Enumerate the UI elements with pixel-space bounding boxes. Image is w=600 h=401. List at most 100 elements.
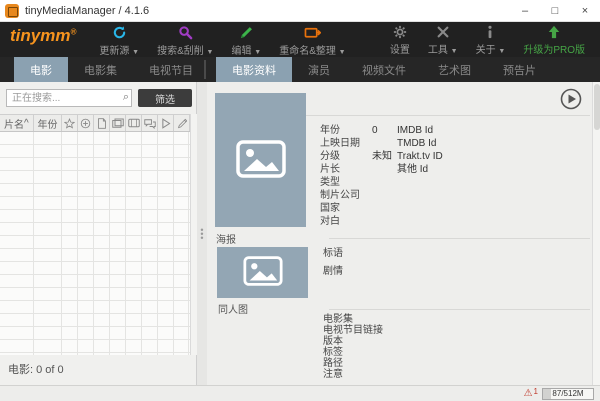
upgrade-pro-button[interactable]: 升级为PRO版 [514, 22, 594, 57]
filter-button[interactable]: 筛选 [138, 89, 192, 107]
tab-bar: 电影 电影集 电视节目 电影资料 演员 视频文件 艺术图 预告片 [0, 57, 600, 87]
imdb-id-label: IMDB Id [397, 125, 434, 136]
movie-table-body[interactable] [0, 132, 190, 355]
column-year[interactable]: 年份 [34, 115, 62, 131]
search-icon: ⌕ [122, 91, 129, 103]
movie-details-panel: 海报 同人图 年份 0 上映日期 分级 未知 片长 类型 制片公司 国家 对白 IM… [207, 82, 600, 385]
field-label-studio: 制片公司 [320, 190, 360, 201]
tmdb-id-label: TMDB Id [397, 138, 437, 149]
new-plus-icon[interactable] [78, 115, 94, 131]
warning-indicator[interactable]: ⚠ 1 [523, 387, 538, 399]
upgrade-arrow-icon [547, 25, 561, 39]
play-button[interactable] [560, 88, 582, 110]
image-placeholder-icon [242, 256, 283, 289]
memory-usage-label: 87/512M [552, 389, 584, 398]
tinymm-logo: tinymm® [10, 26, 77, 45]
movie-table-header: 片名 ^ 年份 [0, 114, 190, 132]
tab-movie-sets[interactable]: 电影集 [68, 57, 133, 82]
field-label-release-date: 上映日期 [320, 138, 360, 149]
trailer-play-icon[interactable] [158, 115, 174, 131]
rename-icon [304, 25, 321, 40]
dropdown-arrow-icon: ▼ [254, 49, 262, 56]
note-label: 注意 [323, 369, 343, 380]
video-file-icon[interactable] [126, 115, 142, 131]
rename-organize-button[interactable]: 重命名&整理 ▼ [270, 22, 354, 57]
tab-movies[interactable]: 电影 [14, 57, 68, 87]
status-bar: ⚠ 1 87/512M [0, 385, 600, 401]
movie-set-label: 电影集 [323, 314, 353, 325]
warning-icon: ⚠ [523, 388, 533, 399]
detail-tabs: 电影资料 演员 视频文件 艺术图 预告片 [216, 57, 552, 87]
app-icon [5, 3, 19, 18]
column-title[interactable]: 片名 ^ [0, 115, 34, 131]
plot-label: 剧情 [323, 266, 343, 277]
main-toolbar: tinymm® 更新源 ▼ 搜索&刮削 ▼ 编辑 ▼ 重命名&整理 ▼ 设置 工… [0, 22, 600, 57]
movie-list-panel: ⌕ 筛选 片名^ 年份 [0, 82, 197, 385]
gear-icon [393, 25, 407, 39]
field-label-genre: 类型 [320, 177, 340, 188]
details-scrollbar[interactable] [592, 82, 600, 385]
tab-tv-shows[interactable]: 电视节目 [133, 57, 209, 82]
panel-splitter[interactable]: • • • [197, 82, 207, 385]
about-button[interactable]: 关于 ▼ [467, 22, 515, 57]
field-label-runtime: 片长 [320, 164, 340, 175]
warning-count: 1 [533, 387, 538, 396]
section-separator [329, 238, 590, 239]
field-label-certification: 分级 [320, 151, 340, 162]
edit-icon [239, 25, 254, 40]
tab-trailer[interactable]: 预告片 [487, 57, 552, 82]
wrench-icon [436, 25, 450, 39]
subtitles-icon[interactable] [142, 115, 158, 131]
sort-asc-icon: ^ [24, 117, 29, 129]
fanart-label: 同人图 [218, 305, 248, 316]
trakt-id-label: Trakt.tv ID [397, 151, 443, 162]
edit-pencil-icon[interactable] [174, 115, 190, 131]
dropdown-arrow-icon: ▼ [450, 48, 458, 55]
movie-table-scrollbar[interactable] [190, 114, 197, 355]
movie-count-label: 电影: 0 of 0 [8, 364, 64, 376]
search-scrape-button[interactable]: 搜索&刮削 ▼ [148, 22, 222, 57]
toolbar-right: 设置 工具 ▼ 关于 ▼ 升级为PRO版 [381, 22, 600, 57]
dropdown-arrow-icon: ▼ [132, 49, 140, 56]
fanart-placeholder[interactable] [217, 247, 308, 298]
tab-divider [204, 60, 206, 79]
tab-cast[interactable]: 演员 [292, 57, 346, 82]
minimize-button[interactable]: – [510, 0, 540, 22]
edit-button[interactable]: 编辑 ▼ [222, 22, 270, 57]
close-button[interactable]: × [570, 0, 600, 22]
splitter-grip-icon: • • • [200, 224, 204, 243]
tab-artwork[interactable]: 艺术图 [422, 57, 487, 82]
dropdown-arrow-icon: ▼ [338, 49, 346, 56]
update-source-button[interactable]: 更新源 ▼ [90, 22, 148, 57]
search-input[interactable] [6, 89, 132, 107]
id-fields: IMDB Id TMDB Id Trakt.tv ID 其他 Id [397, 124, 443, 176]
search-icon [178, 25, 193, 40]
poster-placeholder[interactable] [215, 93, 306, 227]
tools-button[interactable]: 工具 ▼ [419, 22, 467, 57]
images-icon[interactable] [110, 115, 126, 131]
refresh-icon [112, 25, 127, 40]
extra-fields: 电影集 电视节目链接 版本 标签 路径 注意 [323, 314, 383, 380]
tab-movie-details[interactable]: 电影资料 [216, 57, 292, 87]
tinymediamanager-window: tinyMediaManager / 4.1.6 – □ × tinymm® 更… [0, 0, 600, 401]
path-label: 路径 [323, 358, 343, 369]
watched-star-icon[interactable] [62, 115, 78, 131]
image-placeholder-icon [235, 139, 286, 181]
dropdown-arrow-icon: ▼ [206, 49, 214, 56]
media-type-tabs: 电影 电影集 电视节目 [14, 57, 209, 87]
settings-button[interactable]: 设置 [381, 22, 419, 57]
edition-label: 版本 [323, 336, 343, 347]
dropdown-arrow-icon: ▼ [498, 48, 506, 55]
poster-label: 海报 [216, 235, 236, 246]
maximize-button[interactable]: □ [540, 0, 570, 22]
field-label-country: 国家 [320, 203, 340, 214]
tab-video-files[interactable]: 视频文件 [346, 57, 422, 82]
tags-label: 标签 [323, 347, 343, 358]
section-separator [329, 309, 590, 310]
field-label-year: 年份 [320, 125, 340, 136]
other-id-label: 其他 Id [397, 164, 429, 175]
window-title: tinyMediaManager / 4.1.6 [25, 4, 150, 17]
nfo-file-icon[interactable] [94, 115, 110, 131]
search-row: ⌕ 筛选 [6, 89, 192, 107]
memory-indicator[interactable]: 87/512M [542, 387, 594, 400]
